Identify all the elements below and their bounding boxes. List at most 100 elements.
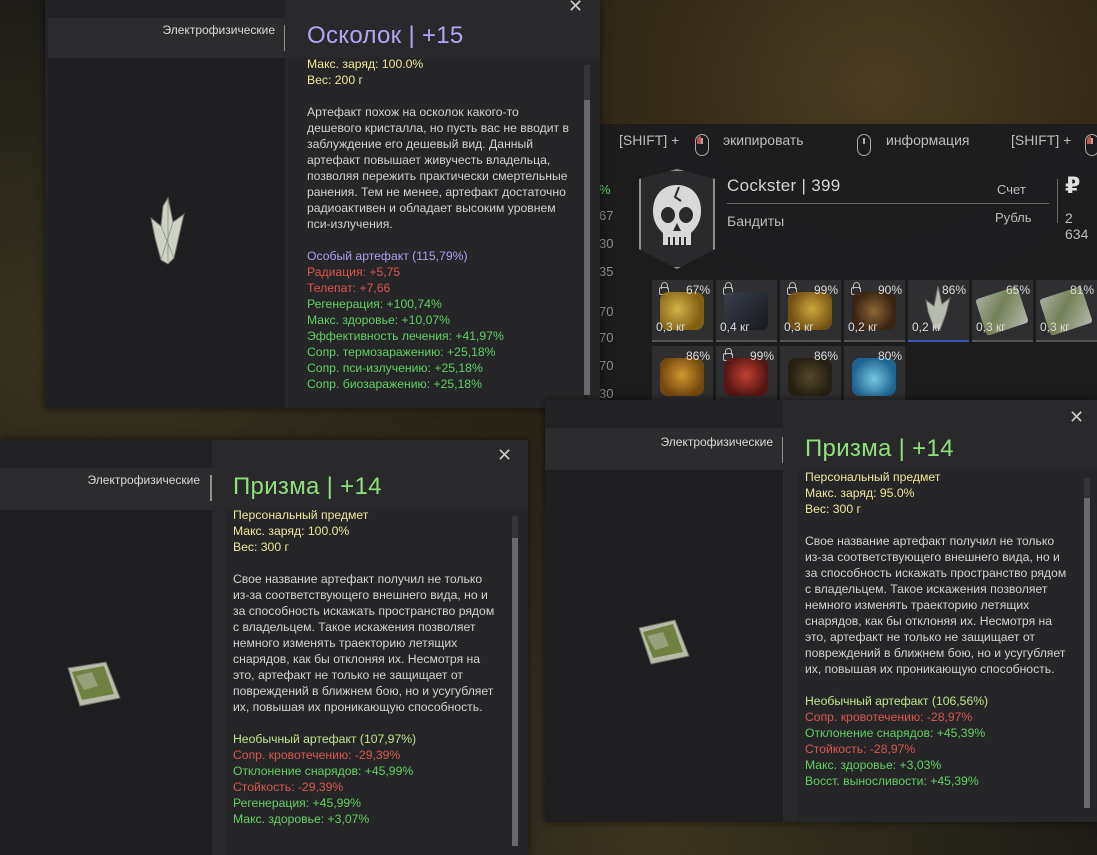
stat-line: Персональный предмет xyxy=(805,470,941,484)
strip-value: % xyxy=(599,182,611,197)
scrollbar-thumb[interactable] xyxy=(1084,498,1090,808)
strip-value: 70 xyxy=(599,304,614,319)
artifact-preview xyxy=(0,510,212,855)
inventory-slot[interactable]: 80% xyxy=(844,346,905,408)
stat-line: Макс. заряд: 100.0% xyxy=(233,524,350,538)
slot-durability: 86% xyxy=(941,283,966,297)
mouse-right-icon xyxy=(857,134,871,156)
money-value: 2 634 xyxy=(1065,210,1089,242)
artifact-preview xyxy=(48,58,285,408)
inventory-slot[interactable]: 81% 0,3 кг xyxy=(1036,280,1097,342)
slot-durability: 86% xyxy=(685,349,710,363)
stat-line: Телепат: +7,66 xyxy=(307,281,391,295)
stat-line: Макс. заряд: 95.0% xyxy=(805,486,915,500)
mouse-left-icon xyxy=(1085,134,1097,156)
stat-line: Сопр. термозаражению: +25,18% xyxy=(307,345,496,359)
artifact-details: Персональный предмет Макс. заряд: 95.0% … xyxy=(805,469,1067,814)
artifact-tooltip-shard: Электрофизические Осколок | +15 ✕ Макс. … xyxy=(45,0,600,408)
stat-line: Макс. здоровье: +3,07% xyxy=(233,812,370,826)
scrollbar-thumb[interactable] xyxy=(512,538,518,846)
artifact-title: Призма | +14 xyxy=(805,435,954,462)
stat-line: Стойкость: -28,97% xyxy=(805,742,916,756)
artifact-description: Свое название артефакт получил не только… xyxy=(805,534,1067,676)
artifact-rarity: Особый артефакт (115,79%) xyxy=(307,249,468,263)
strip-value: 70 xyxy=(599,330,614,345)
slot-weight: 0,3 кг xyxy=(976,320,1006,334)
close-icon[interactable]: ✕ xyxy=(1069,407,1084,428)
slot-weight: 0,3 кг xyxy=(784,320,814,334)
slot-durability: 99% xyxy=(813,283,838,297)
scrollbar-thumb[interactable] xyxy=(584,100,590,395)
inventory-slot[interactable]: 99% 0,3 кг xyxy=(780,280,841,342)
stat-line: Вес: 300 г xyxy=(233,540,289,554)
artifact-icon xyxy=(788,358,832,396)
strip-value: 30 xyxy=(599,236,614,251)
slot-durability: 99% xyxy=(749,349,774,363)
stat-line: Сопр. пси-излучению: +25,18% xyxy=(307,361,483,375)
slot-durability: 65% xyxy=(1005,283,1030,297)
artifact-details: Макс. заряд: 100.0% Вес: 200 г Артефакт … xyxy=(307,56,569,396)
inventory-panel: [SHIFT] + экипировать информация [SHIFT]… xyxy=(598,124,1097,408)
stat-line: Макс. заряд: 100.0% xyxy=(307,57,424,71)
slot-weight: 0,2 кг xyxy=(848,320,878,334)
artifact-title: Призма | +14 xyxy=(233,473,382,500)
stat-line: Макс. здоровье: +10,07% xyxy=(307,313,450,327)
stat-line: Сопр. кровотечению: -28,97% xyxy=(805,710,973,724)
inventory-slot[interactable]: 0,4 кг xyxy=(716,280,777,342)
inventory-slot[interactable]: 67% 0,3 кг xyxy=(652,280,713,342)
inventory-slot-selected[interactable]: 86% 0,2 кг xyxy=(908,280,969,342)
faction-emblem xyxy=(639,169,715,269)
mouse-left-icon xyxy=(695,134,709,156)
hint-equip: экипировать xyxy=(723,132,804,148)
stat-line: Вес: 200 г xyxy=(307,73,363,87)
strip-value: 67 xyxy=(599,208,614,223)
skull-icon xyxy=(653,185,701,245)
stat-line: Персональный предмет xyxy=(233,508,369,522)
artifact-icon xyxy=(724,358,768,396)
artifact-icon xyxy=(660,358,704,396)
category-label: Электрофизические xyxy=(162,23,275,37)
stat-line: Сопр. кровотечению: -29,39% xyxy=(233,748,401,762)
hint-equip-prefix: [SHIFT] + xyxy=(619,132,680,148)
inventory-slot[interactable]: 90% 0,2 кг xyxy=(844,280,905,342)
crystal-shard-icon xyxy=(150,196,185,265)
stat-line: Отклонение снарядов: +45,99% xyxy=(233,764,414,778)
artifact-tooltip-prism-2: Электрофизические Призма | +14 ✕ Персона… xyxy=(545,400,1097,822)
artifact-title: Осколок | +15 xyxy=(307,22,464,49)
artifact-tooltip-prism-1: Электрофизические Призма | +14 ✕ Персона… xyxy=(0,440,528,855)
scrollbar[interactable] xyxy=(584,65,590,395)
artifact-description: Свое название артефакт получил не только… xyxy=(233,572,495,714)
inventory-slot[interactable]: 86% xyxy=(652,346,713,408)
inventory-slot[interactable]: 86% xyxy=(780,346,841,408)
hint-shift-prefix: [SHIFT] + xyxy=(1011,132,1072,148)
stat-line: Сопр. биозаражению: +25,18% xyxy=(307,377,482,391)
prism-artifact-icon xyxy=(67,661,121,707)
stat-line: Отклонение снарядов: +45,39% xyxy=(805,726,986,740)
category-label: Электрофизические xyxy=(660,435,773,449)
scrollbar[interactable] xyxy=(1084,478,1090,808)
inventory-slot[interactable]: 65% 0,3 кг xyxy=(972,280,1033,342)
slot-weight: 0,2 кг xyxy=(912,320,942,334)
scrollbar[interactable] xyxy=(512,516,518,846)
slot-weight: 0,3 кг xyxy=(1040,320,1070,334)
slot-weight: 0,3 кг xyxy=(656,320,686,334)
close-icon[interactable]: ✕ xyxy=(568,0,583,17)
slot-durability: 80% xyxy=(877,349,902,363)
inventory-slot[interactable]: 99% xyxy=(716,346,777,408)
stat-line: Стойкость: -29,39% xyxy=(233,780,344,794)
ruble-icon: ₽ xyxy=(1065,174,1081,199)
divider xyxy=(1057,179,1058,223)
stat-line: Радиация: +5,75 xyxy=(307,265,401,279)
stat-line: Восст. выносливости: +45,39% xyxy=(805,774,979,788)
slot-durability: 86% xyxy=(813,349,838,363)
close-icon[interactable]: ✕ xyxy=(497,445,512,466)
currency-label: Рубль xyxy=(995,210,1032,225)
artifact-icon xyxy=(852,358,896,396)
account-label: Счет xyxy=(997,182,1026,197)
player-name: Cockster | 399 xyxy=(727,176,841,195)
hint-info: информация xyxy=(886,132,970,148)
prism-artifact-icon xyxy=(638,619,690,665)
category-label: Электрофизические xyxy=(87,473,200,487)
stat-line: Вес: 300 г xyxy=(805,502,861,516)
stat-line: Макс. здоровье: +3,03% xyxy=(805,758,942,772)
